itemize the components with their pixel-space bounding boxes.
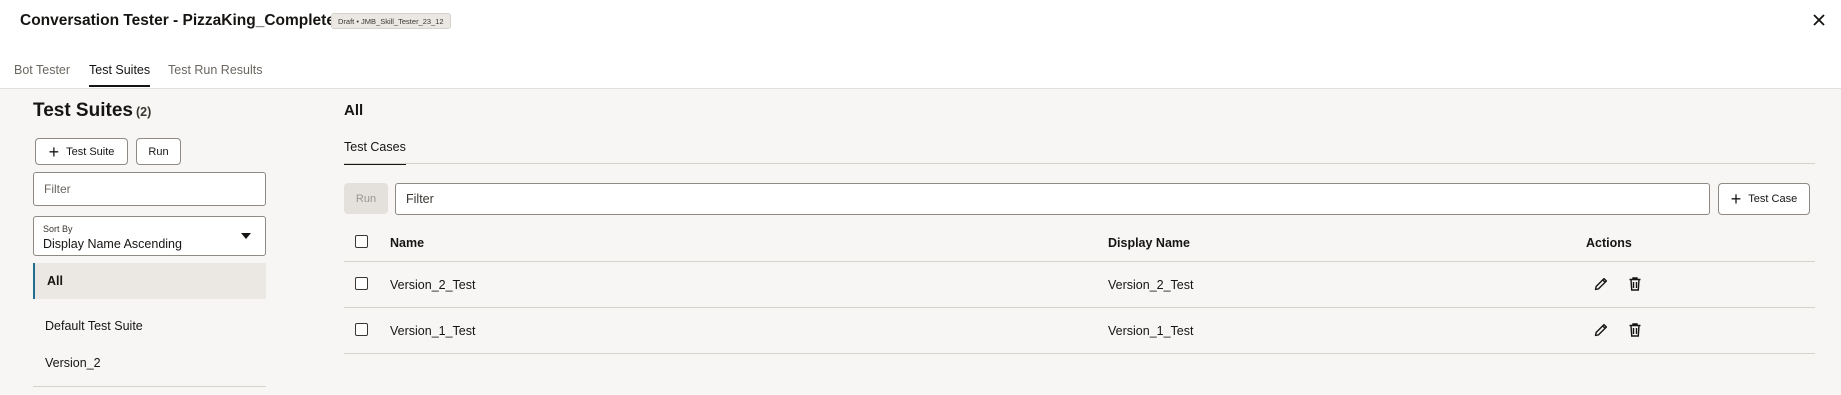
status-badge: Draft • JMB_Skill_Tester_23_12 xyxy=(331,13,451,29)
add-test-suite-button[interactable]: + Test Suite xyxy=(35,138,128,165)
trash-icon[interactable] xyxy=(1625,274,1645,294)
row-checkbox[interactable] xyxy=(355,277,368,290)
divider xyxy=(33,386,266,387)
header: Conversation Tester - PizzaKing_Complete… xyxy=(0,0,1841,44)
tab-test-run-results[interactable]: Test Run Results xyxy=(168,63,262,85)
suite-item-version-2[interactable]: Version_2 xyxy=(33,345,266,381)
plus-icon: + xyxy=(48,141,60,162)
add-test-case-button[interactable]: + Test Case xyxy=(1718,183,1810,215)
suite-filter-input[interactable]: Filter xyxy=(33,172,266,206)
edit-icon[interactable] xyxy=(1591,320,1611,340)
edit-icon[interactable] xyxy=(1591,274,1611,294)
row-checkbox[interactable] xyxy=(355,323,368,336)
select-all-checkbox[interactable] xyxy=(355,235,368,248)
add-test-suite-label: Test Suite xyxy=(66,145,115,158)
table-row: Version_1_Test Version_1_Test xyxy=(344,309,1815,354)
table-row: Version_2_Test Version_2_Test xyxy=(344,263,1815,308)
cell-display-name: Version_2_Test xyxy=(1108,278,1194,292)
chevron-down-icon xyxy=(241,233,251,239)
suite-item-all[interactable]: All xyxy=(33,263,266,299)
tab-test-suites[interactable]: Test Suites xyxy=(89,63,151,87)
run-suites-label: Run xyxy=(148,145,169,158)
column-header-display-name: Display Name xyxy=(1108,236,1190,250)
add-test-case-label: Test Case xyxy=(1748,193,1798,205)
run-cases-button[interactable]: Run xyxy=(344,183,388,214)
sort-select[interactable]: Sort By Display Name Ascending xyxy=(33,216,266,256)
column-header-actions: Actions xyxy=(1586,236,1632,250)
table-header: Name Display Name Actions xyxy=(344,228,1815,262)
suite-filter-placeholder: Filter xyxy=(44,182,71,196)
test-suites-count: (2) xyxy=(136,105,152,119)
divider xyxy=(344,163,1815,164)
suite-title: All xyxy=(344,102,364,119)
cell-name: Version_1_Test xyxy=(390,324,476,338)
tab-bot-tester[interactable]: Bot Tester xyxy=(14,63,70,85)
plus-icon: + xyxy=(1730,189,1742,209)
trash-icon[interactable] xyxy=(1625,320,1645,340)
main-tabs: Bot Tester Test Suites Test Run Results xyxy=(0,56,1841,89)
sort-value: Display Name Ascending xyxy=(43,237,182,251)
case-filter-input[interactable]: Filter xyxy=(395,183,1710,215)
close-icon[interactable] xyxy=(1811,12,1827,28)
column-header-name: Name xyxy=(390,236,425,250)
cell-name: Version_2_Test xyxy=(390,278,476,292)
test-suites-heading: Test Suites xyxy=(33,100,133,121)
cell-display-name: Version_1_Test xyxy=(1108,324,1194,338)
run-suites-button[interactable]: Run xyxy=(136,138,181,165)
sort-label: Sort By xyxy=(43,224,73,234)
tab-test-cases[interactable]: Test Cases xyxy=(344,140,406,165)
suite-item-default[interactable]: Default Test Suite xyxy=(33,308,266,344)
page-title: Conversation Tester - PizzaKing_Complete xyxy=(20,12,335,29)
case-filter-placeholder: Filter xyxy=(406,192,434,206)
